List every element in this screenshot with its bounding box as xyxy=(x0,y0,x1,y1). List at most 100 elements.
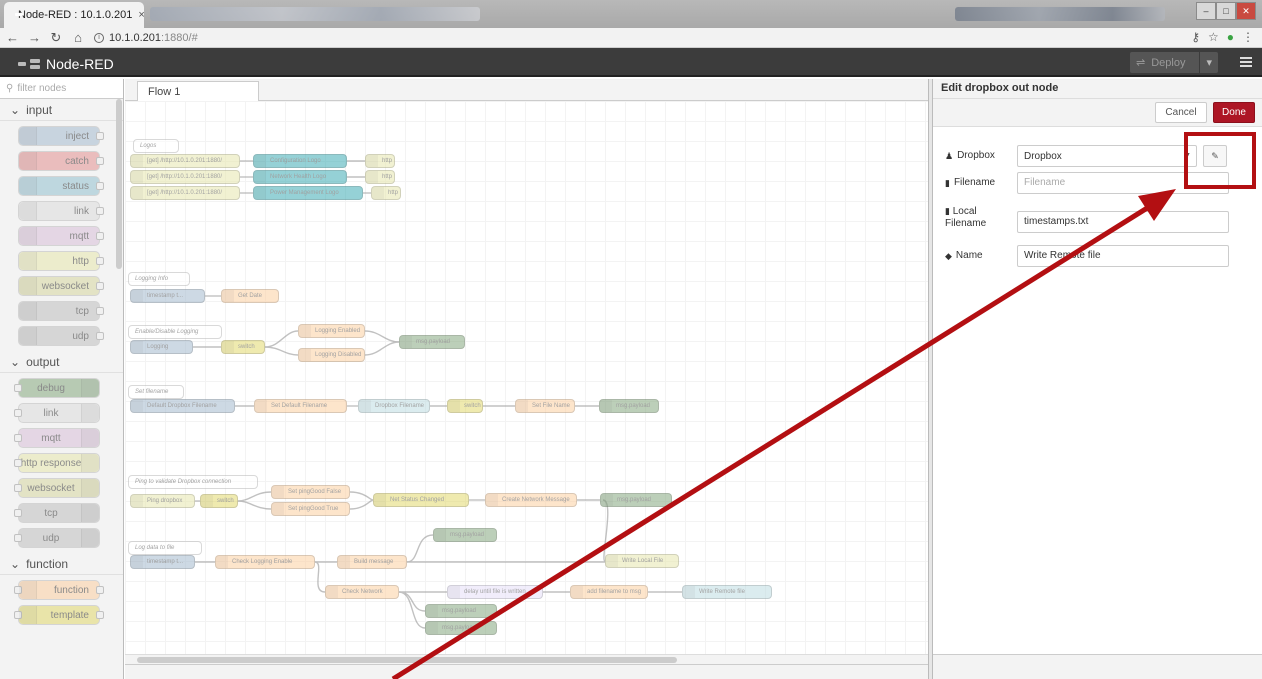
deploy-button[interactable]: ⇌ Deploy ▾ xyxy=(1130,52,1218,73)
flow-node[interactable]: Check Logging Enable xyxy=(215,555,315,569)
palette-category-input[interactable]: ⌄ input xyxy=(0,99,123,121)
palette-category-function[interactable]: ⌄ function xyxy=(0,553,123,575)
flow-comment-logos[interactable]: Logos xyxy=(133,139,179,153)
flow-node[interactable]: [get] /http://10.1.0.201:1880/ xyxy=(130,186,240,200)
flow-comment-log-data[interactable]: Log data to file xyxy=(128,541,202,555)
local-filename-label: Filename xyxy=(945,218,987,229)
app-name: Node-RED xyxy=(46,56,114,72)
flow-node[interactable]: msg.payload xyxy=(599,399,659,413)
palette-node-websocket-in[interactable]: websocket xyxy=(18,276,104,296)
palette-node-inject[interactable]: inject xyxy=(18,126,104,146)
flow-node[interactable]: switch xyxy=(221,340,265,354)
palette-node-template[interactable]: template xyxy=(14,605,104,625)
flow-node[interactable]: Set File Name xyxy=(515,399,575,413)
info-icon[interactable]: i xyxy=(94,32,104,43)
flow-node[interactable]: msg.payload xyxy=(399,335,465,349)
close-window-icon[interactable]: ✕ xyxy=(1236,2,1256,20)
dropbox-config-select[interactable]: Dropbox ▼ xyxy=(1017,145,1197,167)
palette-node-udp-out[interactable]: udp xyxy=(14,528,100,548)
palette-node-udp-in[interactable]: udp xyxy=(18,326,104,346)
flow-node[interactable]: switch xyxy=(447,399,483,413)
flow-node[interactable]: switch xyxy=(200,494,238,508)
forward-icon[interactable]: → xyxy=(28,30,41,45)
bookmark-star-icon[interactable]: ☆ xyxy=(1208,30,1219,44)
browser-tab[interactable]: Node-RED : 10.1.0.201 × xyxy=(4,2,145,28)
flow-node[interactable]: Configuration Logo xyxy=(253,154,347,168)
flow-node[interactable]: Set pingGood True xyxy=(271,502,350,516)
flow-node[interactable]: http xyxy=(365,170,395,184)
maximize-icon[interactable]: □ xyxy=(1216,2,1236,20)
flow-node[interactable]: msg.payload xyxy=(600,493,672,507)
palette-category-output[interactable]: ⌄ output xyxy=(0,351,123,373)
flow-node[interactable]: Logging xyxy=(130,340,193,354)
flow-node[interactable]: Set pingGood False xyxy=(271,485,350,499)
name-input[interactable]: Write Remote file xyxy=(1017,245,1229,267)
flow-node[interactable]: Build message xyxy=(337,555,407,569)
flow-node[interactable]: timestamp t... xyxy=(130,555,195,569)
flow-node[interactable]: Dropbox Filename xyxy=(358,399,430,413)
flow-node[interactable]: delay until file is written xyxy=(447,585,543,599)
flow-node[interactable]: Check Network xyxy=(325,585,399,599)
palette-node-link-out[interactable]: link xyxy=(14,403,100,423)
flow-node[interactable]: Logging Disabled xyxy=(298,348,365,362)
address-bar[interactable]: i 10.1.0.201:1880/# xyxy=(94,32,198,44)
flow-node[interactable]: timestamp t... xyxy=(130,289,205,303)
flow-node[interactable]: Logging Enabled xyxy=(298,324,365,338)
palette-node-tcp-in[interactable]: tcp xyxy=(18,301,104,321)
back-icon[interactable]: ← xyxy=(6,30,19,45)
flow-comment-enable-logging[interactable]: Enable/Disable Logging xyxy=(128,325,222,339)
palette-node-mqtt-out[interactable]: mqtt xyxy=(14,428,100,448)
palette-node-http-response[interactable]: http response xyxy=(14,453,100,473)
flow-node[interactable]: [get] /http://10.1.0.201:1880/ xyxy=(130,170,240,184)
tab-flow-1[interactable]: Flow 1 xyxy=(137,81,259,101)
flow-node[interactable]: msg.payload xyxy=(425,604,497,618)
cancel-button[interactable]: Cancel xyxy=(1155,102,1207,123)
done-button[interactable]: Done xyxy=(1213,102,1255,123)
flow-node[interactable]: add filename to msg xyxy=(570,585,648,599)
flow-node[interactable]: Default Dropbox Filename xyxy=(130,399,235,413)
reload-icon[interactable]: ↻ xyxy=(50,30,62,46)
flow-node[interactable]: Net Status Changed xyxy=(373,493,469,507)
palette-node-function[interactable]: function xyxy=(14,580,104,600)
flow-node[interactable]: Power Management Logo xyxy=(253,186,363,200)
chevron-down-icon[interactable]: ▾ xyxy=(1206,56,1212,69)
extension-check-icon[interactable]: ● xyxy=(1227,30,1234,44)
flow-comment-ping[interactable]: Ping to validate Dropbox connection xyxy=(128,475,258,489)
home-icon[interactable]: ⌂ xyxy=(72,30,84,45)
flow-node[interactable]: Ping dropbox xyxy=(130,494,195,508)
palette-node-status[interactable]: status xyxy=(18,176,104,196)
flow-canvas[interactable]: Logos Logging Info Enable/Disable Loggin… xyxy=(125,101,930,664)
flow-node[interactable]: [get] /http://10.1.0.201:1880/ xyxy=(130,154,240,168)
palette-node-debug[interactable]: debug xyxy=(14,378,100,398)
local-filename-input[interactable]: timestamps.txt xyxy=(1017,211,1229,233)
palette-node-http-in[interactable]: http xyxy=(18,251,104,271)
workspace-hscrollbar[interactable] xyxy=(125,654,930,664)
blurred-tabs xyxy=(150,7,480,21)
palette-scrollbar[interactable] xyxy=(116,99,122,269)
palette-node-tcp-out[interactable]: tcp xyxy=(14,503,100,523)
flow-node[interactable]: Set Default Filename xyxy=(254,399,347,413)
flow-node[interactable]: http xyxy=(365,154,395,168)
flow-node[interactable]: Get Date xyxy=(221,289,279,303)
palette-node-websocket-out[interactable]: websocket xyxy=(14,478,100,498)
flow-comment-logging-info[interactable]: Logging Info xyxy=(128,272,190,286)
browser-menu-icon[interactable]: ⋮ xyxy=(1242,30,1254,44)
palette-node-mqtt-in[interactable]: mqtt xyxy=(18,226,104,246)
palette-node-link-in[interactable]: link xyxy=(18,201,104,221)
tray-toolbar: Cancel Done xyxy=(933,99,1262,127)
main-menu-icon[interactable] xyxy=(1240,57,1252,67)
flow-node[interactable]: http xyxy=(371,186,401,200)
flow-node[interactable]: Write Local File xyxy=(605,554,679,568)
deploy-label: Deploy xyxy=(1151,56,1186,69)
flow-node[interactable]: msg.payload xyxy=(425,621,497,635)
close-tab-icon[interactable]: × xyxy=(138,9,144,21)
palette-node-catch[interactable]: catch xyxy=(18,151,104,171)
flow-comment-set-filename[interactable]: Set filename xyxy=(128,385,184,399)
minimize-icon[interactable]: – xyxy=(1196,2,1216,20)
flow-node[interactable]: msg.payload xyxy=(433,528,497,542)
key-icon[interactable]: ⚷ xyxy=(1191,30,1200,44)
flow-node[interactable]: Write Remote file xyxy=(682,585,772,599)
palette-search[interactable]: ⚲ filter nodes xyxy=(0,79,123,99)
flow-node[interactable]: Network Health Logo xyxy=(253,170,347,184)
flow-node[interactable]: Create Network Message xyxy=(485,493,577,507)
